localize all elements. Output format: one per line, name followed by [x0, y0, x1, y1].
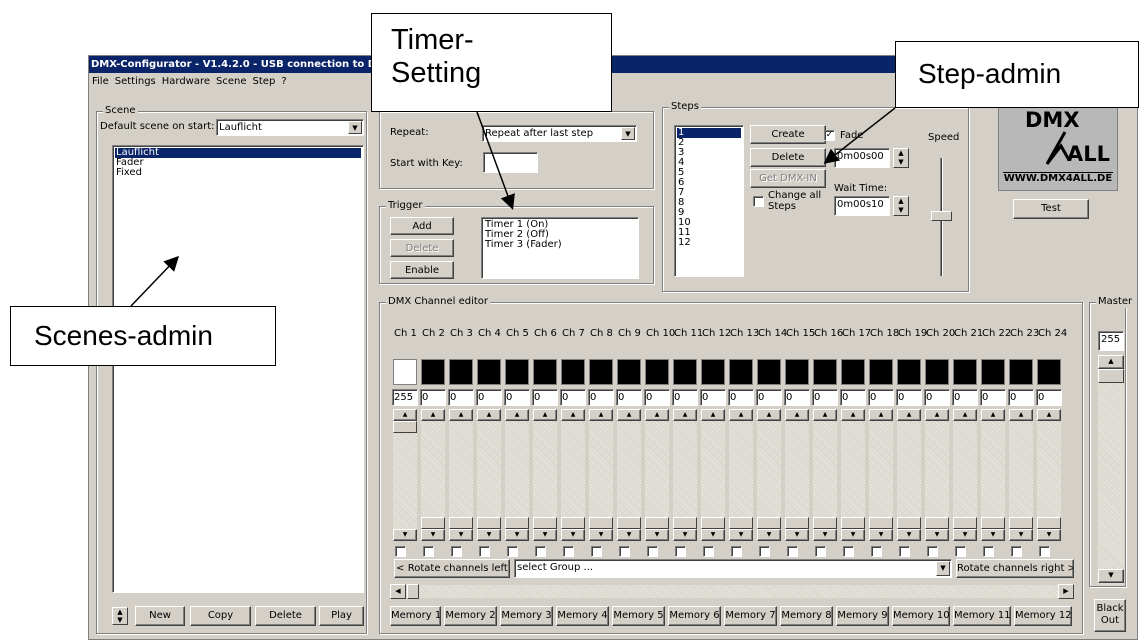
step-arrow — [823, 107, 896, 164]
scenes-arrow — [130, 255, 180, 307]
timer-arrow — [476, 111, 515, 210]
callout-arrows — [130, 107, 896, 307]
